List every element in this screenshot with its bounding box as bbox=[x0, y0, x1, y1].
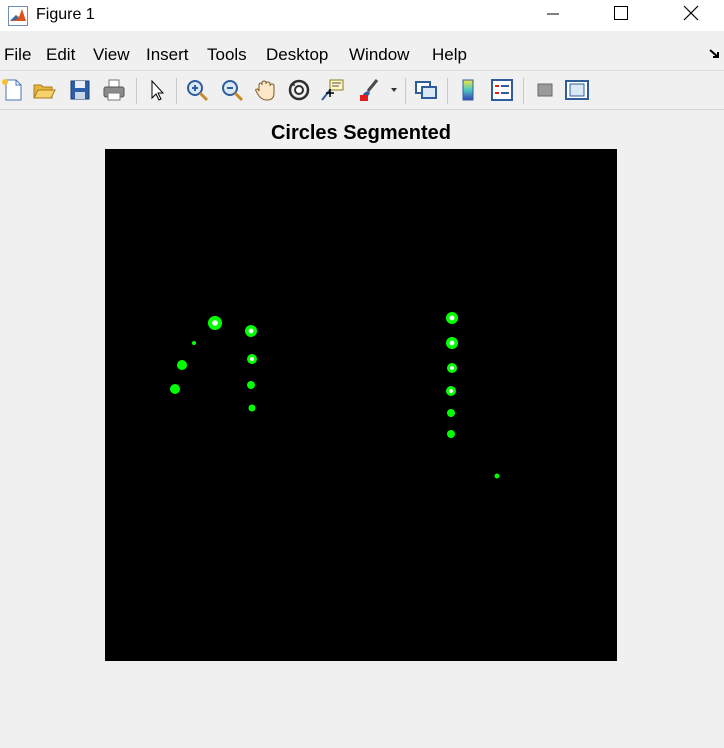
menu-view[interactable]: View bbox=[93, 45, 130, 65]
segmented-circle-8 bbox=[248, 404, 256, 412]
colorbar-icon[interactable] bbox=[455, 77, 481, 103]
pan-icon[interactable] bbox=[252, 77, 278, 103]
menu-divider bbox=[0, 70, 724, 71]
menu-edit[interactable]: Edit bbox=[46, 45, 75, 65]
image-axes bbox=[105, 149, 617, 661]
menu-desktop[interactable]: Desktop bbox=[266, 45, 328, 65]
maximize-icon bbox=[614, 6, 628, 25]
segmented-circle-highlight-12 bbox=[449, 389, 453, 393]
toolbar-separator bbox=[523, 78, 524, 104]
maximize-button[interactable] bbox=[598, 0, 644, 31]
toolbar-separator bbox=[447, 78, 448, 104]
menu-help[interactable]: Help bbox=[432, 45, 467, 65]
toolbar-separator bbox=[136, 78, 137, 104]
menu-file[interactable]: File bbox=[4, 45, 31, 65]
segmented-circle-highlight-4 bbox=[250, 357, 254, 361]
minimize-button[interactable] bbox=[530, 0, 576, 31]
hide-plot-tools-icon[interactable] bbox=[532, 77, 558, 103]
show-plot-tools-icon[interactable] bbox=[564, 77, 590, 103]
matlab-icon bbox=[8, 6, 28, 26]
menu-window[interactable]: Window bbox=[349, 45, 409, 65]
segmented-circle-highlight-2 bbox=[248, 328, 254, 334]
toolbar bbox=[0, 72, 724, 110]
data-cursor-icon[interactable] bbox=[320, 77, 346, 103]
segmented-circle-15 bbox=[494, 473, 500, 479]
figure-title: Circles Segmented bbox=[270, 122, 452, 144]
menu-tools[interactable]: Tools bbox=[207, 45, 247, 65]
print-icon[interactable] bbox=[101, 77, 127, 103]
segmented-circle-highlight-1 bbox=[212, 320, 218, 326]
zoom-out-icon[interactable] bbox=[219, 77, 245, 103]
link-plot-icon[interactable] bbox=[413, 77, 439, 103]
menu-bar: File Edit View Insert Tools Desktop Wind… bbox=[0, 40, 724, 68]
select-arrow-icon[interactable] bbox=[144, 77, 170, 103]
rotate-3d-icon[interactable] bbox=[286, 77, 312, 103]
minimize-icon bbox=[547, 7, 559, 25]
menu-insert[interactable]: Insert bbox=[146, 45, 189, 65]
close-button[interactable] bbox=[668, 0, 714, 31]
dock-arrow-icon[interactable] bbox=[708, 47, 722, 61]
brush-icon[interactable] bbox=[356, 77, 382, 103]
save-icon[interactable] bbox=[67, 77, 93, 103]
segmented-circle-6 bbox=[247, 381, 255, 389]
zoom-in-icon[interactable] bbox=[184, 77, 210, 103]
open-file-icon[interactable] bbox=[31, 77, 57, 103]
segmented-image bbox=[170, 312, 500, 479]
segmented-circle-highlight-9 bbox=[449, 315, 455, 321]
segmented-circle-7 bbox=[170, 384, 180, 394]
window-title: Figure 1 bbox=[36, 6, 95, 23]
segmented-circle-highlight-11 bbox=[450, 366, 454, 370]
segmented-circle-highlight-10 bbox=[449, 340, 455, 346]
segmented-circle-3 bbox=[192, 341, 196, 345]
segmented-circle-14 bbox=[447, 430, 455, 438]
close-icon bbox=[683, 5, 699, 26]
toolbar-separator bbox=[405, 78, 406, 104]
dropdown-arrow-icon[interactable] bbox=[387, 77, 401, 103]
new-figure-icon[interactable] bbox=[0, 77, 26, 103]
segmented-circle-13 bbox=[447, 409, 455, 417]
legend-icon[interactable] bbox=[489, 77, 515, 103]
toolbar-separator bbox=[176, 78, 177, 104]
title-bar: Figure 1 bbox=[0, 0, 724, 31]
segmented-circle-5 bbox=[177, 360, 187, 370]
